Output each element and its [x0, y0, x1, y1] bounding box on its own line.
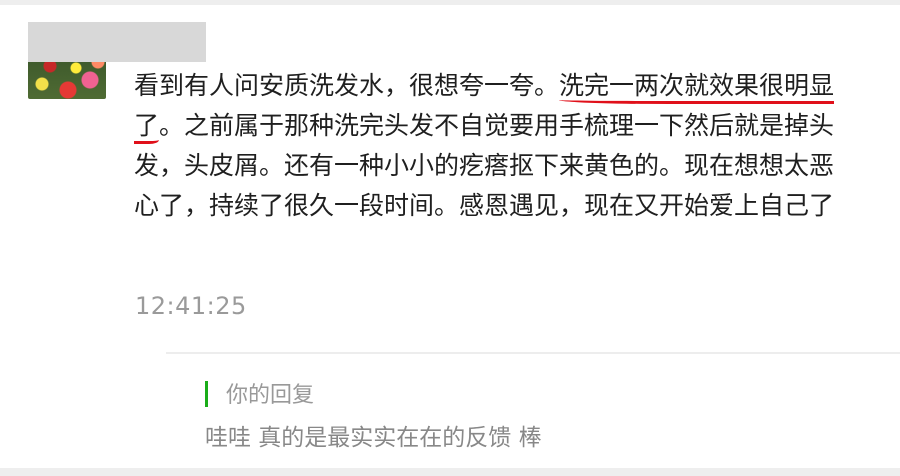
- bottom-separator: [0, 468, 900, 476]
- reply-divider: [166, 352, 900, 354]
- reply-label: 你的回复: [226, 383, 315, 408]
- redacted-username: [28, 22, 206, 62]
- comment-text: 看到有人问安质洗发水，很想夸一夸。洗完一两次就效果很明显了。之前属于那种洗完头发…: [134, 66, 849, 226]
- comment-text-before: 看到有人问安质洗发水，很想夸一夸。: [134, 71, 560, 100]
- reply-text[interactable]: 哇哇 真的是最实实在在的反馈 棒: [205, 418, 542, 452]
- comment-text-after: 。之前属于那种洗完头发不自觉要用手梳理一下然后就是掉头发，头皮屑。还有一种小小的…: [134, 111, 835, 220]
- reply-indicator-bar: [205, 381, 208, 407]
- comment-timestamp: 12:41:25: [135, 292, 247, 320]
- top-separator: [0, 0, 900, 5]
